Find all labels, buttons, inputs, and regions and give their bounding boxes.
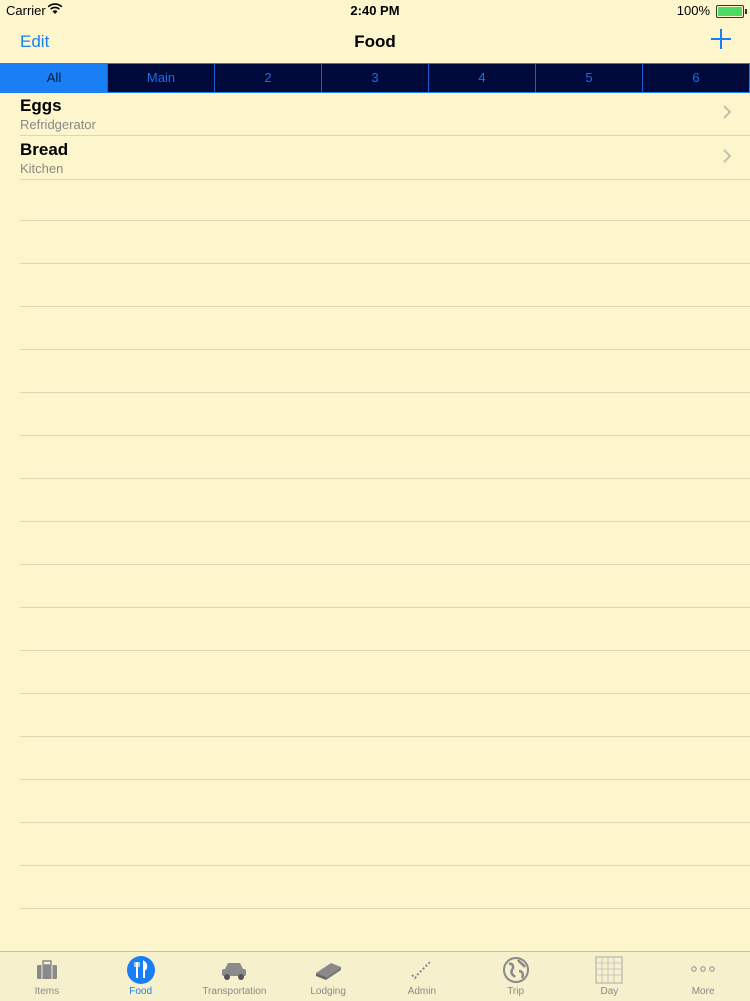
segment-2[interactable]: 2: [215, 64, 322, 92]
globe-icon: [502, 957, 529, 983]
page-title: Food: [354, 32, 396, 51]
list-item[interactable]: Bread Kitchen: [20, 136, 750, 180]
status-bar: Carrier 2:40 PM 100%: [0, 0, 750, 22]
navigation-bar: Edit Food: [0, 22, 750, 62]
segment-6[interactable]: 6: [643, 64, 749, 92]
category-segmented-control: All Main 2 3 4 5 6: [0, 63, 750, 93]
add-icon[interactable]: [708, 26, 734, 52]
chevron-right-icon: [723, 105, 732, 119]
fork-knife-icon: [126, 956, 155, 984]
tab-label: Items: [34, 986, 60, 997]
segment-4[interactable]: 4: [429, 64, 536, 92]
list-item[interactable]: Eggs Refridgerator: [20, 92, 750, 136]
tab-transportation[interactable]: Transportation: [188, 952, 282, 1001]
tab-label: Trip: [507, 986, 525, 997]
tab-label: More: [691, 986, 715, 997]
tab-bar: Items Food Transportation Lodging Admin …: [0, 951, 750, 1001]
tab-trip[interactable]: Trip: [469, 952, 563, 1001]
segment-5[interactable]: 5: [536, 64, 643, 92]
tab-day[interactable]: Day: [563, 952, 657, 1001]
chevron-right-icon: [723, 149, 732, 163]
tab-label: Lodging: [310, 986, 346, 997]
food-list: Eggs Refridgerator Bread Kitchen: [0, 92, 750, 180]
battery-percent: 100%: [676, 3, 710, 18]
segment-all[interactable]: All: [1, 64, 108, 92]
item-location: Refridgerator: [20, 117, 96, 132]
car-icon: [222, 963, 247, 980]
tab-label: Day: [600, 986, 619, 997]
tab-label: Food: [129, 986, 153, 997]
clock: 2:40 PM: [350, 3, 400, 18]
checkmarks-icon: [411, 961, 431, 980]
empty-rows: [20, 178, 750, 952]
tab-admin[interactable]: Admin: [375, 952, 469, 1001]
tab-more[interactable]: More: [656, 952, 750, 1001]
tab-label: Transportation: [202, 986, 267, 997]
edit-button[interactable]: Edit: [20, 32, 49, 52]
bed-icon: [316, 963, 342, 980]
battery-icon: [716, 5, 747, 18]
item-name: Bread: [20, 140, 69, 159]
item-location: Kitchen: [20, 161, 64, 176]
calendar-grid-icon: [595, 956, 623, 984]
tab-lodging[interactable]: Lodging: [281, 952, 375, 1001]
item-name: Eggs: [20, 96, 62, 115]
briefcase-icon: [36, 960, 57, 979]
tab-items[interactable]: Items: [0, 952, 94, 1001]
more-dots-icon: [691, 966, 715, 972]
segment-main[interactable]: Main: [108, 64, 215, 92]
tab-label: Admin: [407, 986, 437, 997]
segment-3[interactable]: 3: [322, 64, 429, 92]
tab-food[interactable]: Food: [94, 952, 188, 1001]
